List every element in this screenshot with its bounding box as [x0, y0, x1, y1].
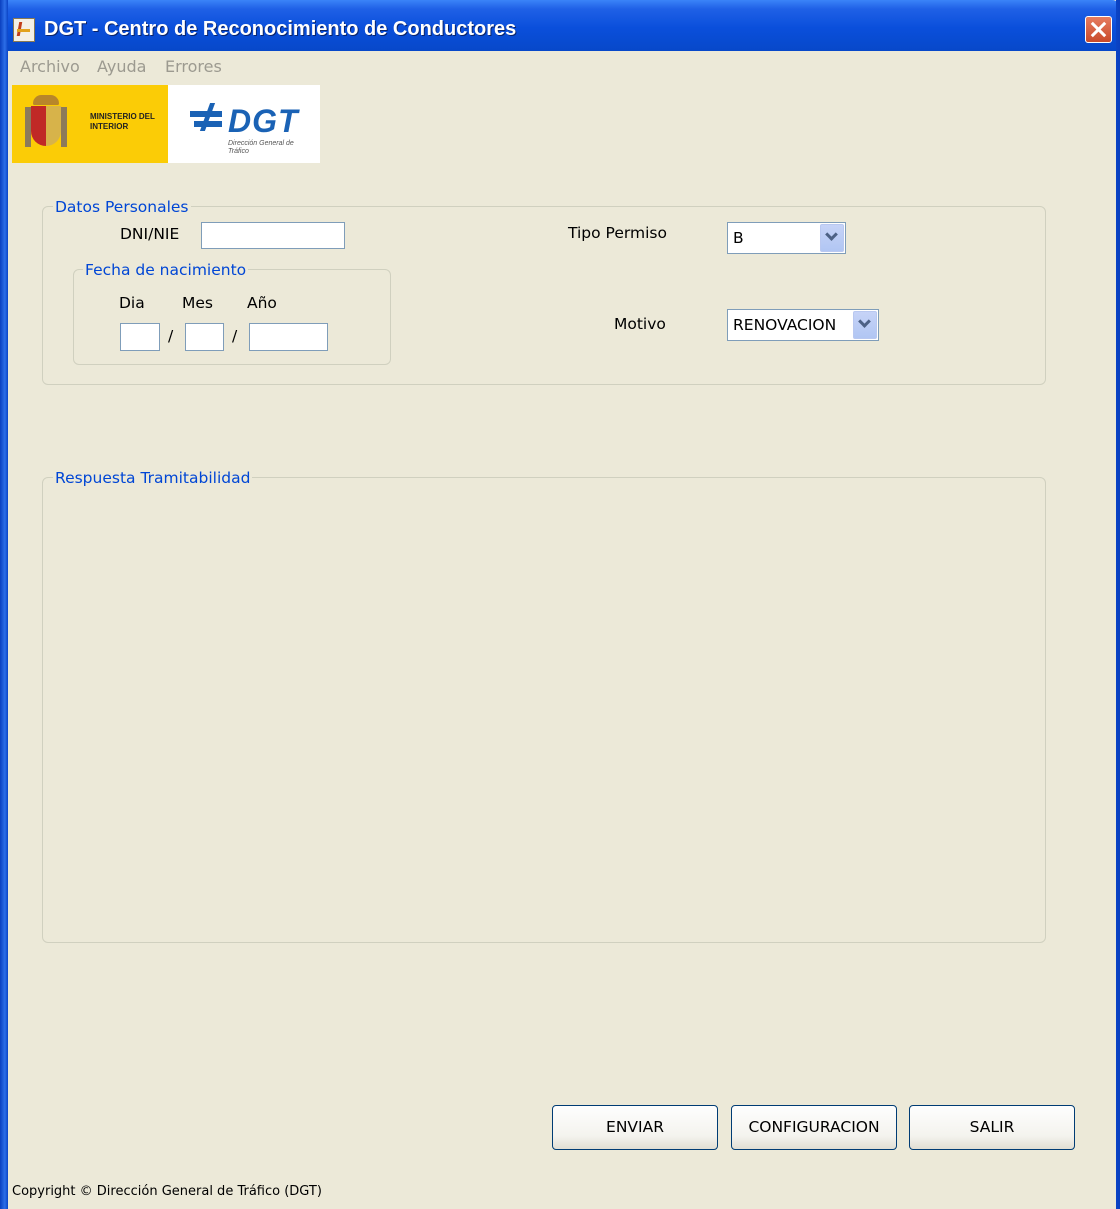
- tipo-permiso-value: B: [733, 229, 744, 247]
- chevron-down-icon[interactable]: [820, 224, 844, 252]
- menu-errores[interactable]: Errores: [165, 57, 222, 76]
- ministry-text: MINISTERIO DEL INTERIOR: [90, 112, 155, 131]
- dgt-mark-icon: [190, 103, 222, 131]
- anio-input[interactable]: [249, 323, 328, 351]
- respuesta-legend: Respuesta Tramitabilidad: [53, 469, 253, 487]
- dgt-logo-text: DGT: [228, 103, 299, 139]
- dgt-logo: DGT Dirección General de Tráfico: [168, 85, 320, 163]
- window-border-left: [0, 0, 8, 1209]
- dia-input[interactable]: [120, 323, 160, 351]
- date-separator: /: [168, 327, 174, 345]
- ministry-logo: MINISTERIO DEL INTERIOR: [12, 85, 168, 163]
- configuracion-button[interactable]: CONFIGURACION: [731, 1105, 897, 1150]
- datos-personales-legend: Datos Personales: [53, 198, 191, 216]
- app-icon: [13, 18, 35, 42]
- title-bar[interactable]: DGT - Centro de Reconocimiento de Conduc…: [0, 0, 1120, 51]
- tipo-permiso-label: Tipo Permiso: [568, 224, 667, 242]
- dgt-logo-subtext: Dirección General de Tráfico: [228, 140, 294, 155]
- date-separator: /: [232, 327, 238, 345]
- fecha-nacimiento-legend: Fecha de nacimiento: [83, 261, 249, 279]
- dni-label: DNI/NIE: [120, 225, 180, 243]
- motivo-label: Motivo: [614, 315, 666, 333]
- dni-input[interactable]: [201, 222, 345, 249]
- window-border-right: [1116, 0, 1120, 1209]
- menu-archivo[interactable]: Archivo: [20, 57, 80, 76]
- chevron-down-icon[interactable]: [853, 311, 877, 339]
- mes-input[interactable]: [185, 323, 224, 351]
- copyright-text: Copyright © Dirección General de Tráfico…: [12, 1184, 322, 1199]
- window-title: DGT - Centro de Reconocimiento de Conduc…: [44, 18, 517, 40]
- motivo-value: RENOVACION: [733, 316, 837, 334]
- enviar-button[interactable]: ENVIAR: [552, 1105, 718, 1150]
- app-window: DGT - Centro de Reconocimiento de Conduc…: [0, 0, 1120, 1209]
- menu-ayuda[interactable]: Ayuda: [97, 57, 146, 76]
- close-icon[interactable]: [1085, 16, 1112, 43]
- menu-bar: Archivo Ayuda Errores: [8, 51, 1116, 81]
- motivo-select[interactable]: RENOVACION: [727, 309, 879, 341]
- tipo-permiso-select[interactable]: B: [727, 222, 846, 254]
- anio-label: Año: [247, 294, 277, 312]
- mes-label: Mes: [182, 294, 213, 312]
- salir-button[interactable]: SALIR: [909, 1105, 1075, 1150]
- dia-label: Dia: [119, 294, 145, 312]
- respuesta-group: [42, 477, 1046, 943]
- coat-of-arms-icon: [25, 95, 67, 153]
